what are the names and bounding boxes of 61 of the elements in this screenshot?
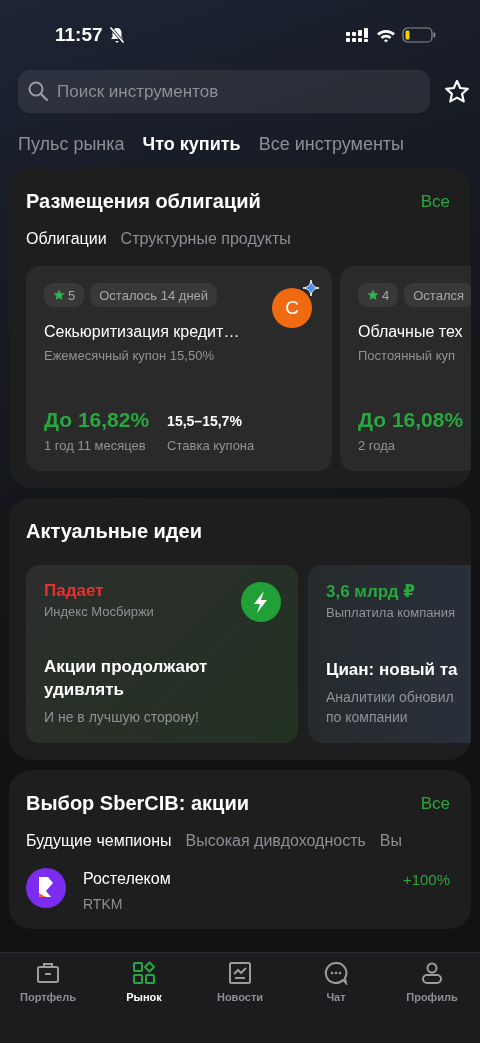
idea-description: И не в лучшую сторону! [44, 708, 200, 727]
days-left-badge: Остался [404, 283, 471, 307]
tab[interactable]: Пульс рынка [18, 134, 125, 155]
lightning-icon [241, 582, 281, 622]
briefcase-icon [36, 961, 60, 985]
idea-title: Акции продолжают удивлять [44, 656, 209, 701]
coupon-text: Постоянный куп [358, 348, 457, 363]
subtab[interactable]: Вы [379, 832, 402, 850]
rating-badge: 5 [44, 283, 85, 307]
idea-description: Аналитики обновил по компании [326, 688, 455, 727]
section-title: Размещения облигаций [26, 190, 261, 213]
star-icon [367, 289, 379, 301]
bond-title: Секьюритизация кредит… [44, 323, 241, 341]
person-icon [420, 961, 444, 985]
battery-icon [402, 27, 436, 43]
stock-name: Ростелеком [83, 870, 172, 888]
status-time: 11:57 [55, 24, 103, 46]
wifi-icon [376, 27, 396, 43]
issuer-avatar: С [272, 288, 312, 328]
favorites-star-icon[interactable] [444, 79, 470, 104]
idea-source: Выплатила компания [326, 605, 456, 620]
stock-ticker: RTKM [83, 896, 124, 912]
nav-tab[interactable]: Рынок [96, 961, 192, 1011]
bell-muted-icon [108, 26, 125, 44]
coupon-rate-label: Ставка купона [167, 438, 255, 453]
see-all-link[interactable]: Все [420, 191, 450, 212]
idea-value: 3,6 млрд ₽ [326, 581, 417, 602]
tab[interactable]: Все инструменты [258, 134, 405, 155]
nav-tab[interactable]: Профиль [384, 961, 480, 1011]
yield-value: До 16,08% [358, 408, 464, 432]
idea-title: Циан: новый та [326, 659, 459, 681]
idea-source: Индекс Мосбиржи [44, 604, 155, 619]
subtab[interactable]: Высокая дивдоходность [185, 832, 366, 850]
stock-change: +100% [402, 870, 450, 888]
bond-title: Облачные тех [358, 323, 464, 341]
section-title: Выбор SberCIB: акции [26, 792, 249, 815]
idea-value: Падает [44, 581, 105, 601]
nav-tab[interactable]: Чат [288, 961, 384, 1011]
coupon-text: Ежемесячный купон 15,50% [44, 348, 215, 363]
term-text: 2 года [358, 438, 397, 453]
section-title: Актуальные идеи [26, 520, 202, 543]
nav-tab[interactable]: Портфель [0, 961, 96, 1011]
term-text: 1 год 11 месяцев [44, 438, 147, 453]
see-all-link[interactable]: Все [420, 793, 450, 814]
chart-icon [228, 961, 252, 985]
yield-value: До 16,82% [44, 408, 150, 432]
company-logo-icon [26, 868, 66, 908]
nav-tab[interactable]: Новости [192, 961, 288, 1011]
coupon-rate: 15,5–15,7% [167, 413, 243, 431]
sparkle-icon [303, 280, 319, 296]
search-icon [28, 81, 48, 101]
star-icon [53, 289, 65, 301]
rating-badge: 4 [358, 283, 399, 307]
signal-icon [346, 28, 370, 42]
subtab[interactable]: Структурные продукты [120, 230, 291, 248]
grid-icon [132, 961, 156, 985]
chat-icon [324, 961, 348, 985]
subtab[interactable]: Будущие чемпионы [26, 832, 172, 850]
tab[interactable]: Что купить [142, 134, 241, 155]
days-left-badge: Осталось 14 дней [90, 283, 218, 307]
subtab[interactable]: Облигации [26, 230, 107, 248]
